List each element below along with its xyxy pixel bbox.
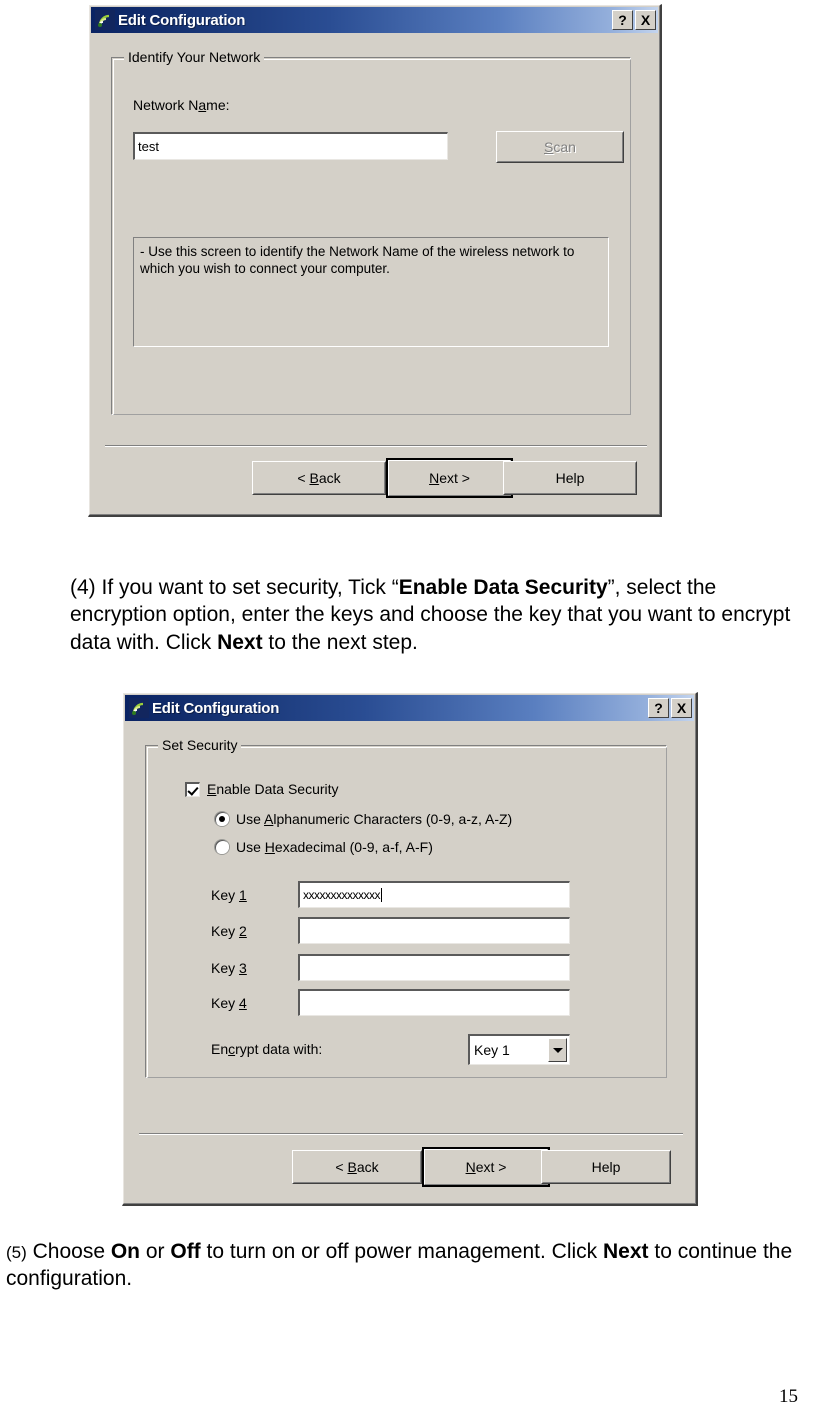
wireless-signal-icon — [129, 698, 149, 718]
para4-bold-next: Next — [217, 630, 263, 654]
identify-network-legend: Identify Your Network — [124, 49, 265, 65]
radio-alphanumeric-label: Use Alphanumeric Characters (0-9, a-z, A… — [236, 811, 513, 827]
network-name-label: Network Name: — [133, 97, 230, 113]
checkbox-box-icon — [185, 781, 200, 797]
scan-button-label: Scan — [544, 139, 576, 155]
network-info-box: - Use this screen to identify the Networ… — [133, 237, 609, 347]
help-button-2-label: Help — [591, 1159, 621, 1175]
key-4-input[interactable] — [298, 989, 570, 1016]
help-button-2[interactable]: Help — [541, 1150, 671, 1184]
text-caret — [381, 888, 382, 902]
help-button-1[interactable]: Help — [503, 461, 637, 495]
key-2-label: Key 2 — [211, 923, 247, 939]
para5-t1: Choose — [26, 1240, 111, 1263]
key-1-label: Key 1 — [211, 887, 247, 903]
edit-configuration-dialog-1[interactable]: Edit Configuration ? X Identify Your Net… — [88, 4, 662, 517]
key-3-input[interactable] — [298, 954, 570, 981]
key-1-input[interactable]: xxxxxxxxxxxxxx — [298, 881, 570, 908]
dialog-1-titlebar[interactable]: Edit Configuration ? X — [91, 7, 658, 33]
dialog-1-separator — [105, 445, 647, 447]
para5-t3: to turn on or off power management. Clic… — [200, 1240, 603, 1263]
radio-hexadecimal-label: Use Hexadecimal (0-9, a-f, A-F) — [236, 839, 433, 855]
next-button-1-label: Next > — [429, 470, 470, 486]
key-2-input[interactable] — [298, 917, 570, 944]
dialog-2-title: Edit Configuration — [152, 699, 280, 717]
dialog-1-title-buttons: ? X — [612, 10, 656, 30]
key-4-label: Key 4 — [211, 995, 247, 1011]
encrypt-data-with-select[interactable]: Key 1 — [468, 1034, 570, 1065]
network-info-text: - Use this screen to identify the Networ… — [140, 244, 575, 276]
encrypt-data-with-value: Key 1 — [474, 1042, 510, 1058]
next-button-2-label: Next > — [465, 1159, 507, 1175]
para5-bold-on: On — [110, 1240, 141, 1263]
back-button-2-label: < Back — [335, 1159, 379, 1175]
page-number: 15 — [779, 1386, 798, 1407]
key-1-value: xxxxxxxxxxxxxx — [303, 888, 381, 902]
close-icon[interactable]: X — [671, 698, 692, 718]
back-button-1[interactable]: < Back — [252, 461, 386, 495]
network-name-input[interactable]: test — [133, 132, 448, 160]
radio-button-icon — [215, 812, 229, 826]
help-button-1-label: Help — [555, 470, 585, 486]
para5-bold-off: Off — [170, 1240, 201, 1263]
help-title-button[interactable]: ? — [648, 698, 669, 718]
radio-use-alphanumeric[interactable]: Use Alphanumeric Characters (0-9, a-z, A… — [215, 811, 512, 827]
dialog-2-titlebar[interactable]: Edit Configuration ? X — [125, 695, 694, 721]
key-3-label: Key 3 — [211, 960, 247, 976]
paragraph-step-4: (4) If you want to set security, Tick “E… — [70, 574, 815, 656]
help-title-button[interactable]: ? — [612, 10, 633, 30]
enable-data-security-label: Enable Data Security — [207, 781, 339, 797]
encrypt-data-with-label: Encrypt data with: — [211, 1041, 323, 1057]
set-security-legend: Set Security — [158, 737, 242, 753]
dialog-2-title-buttons: ? X — [648, 698, 692, 718]
para4-prefix: (4) If you want to set security, Tick “ — [70, 576, 399, 599]
back-button-2[interactable]: < Back — [292, 1150, 422, 1184]
dialog-1-title: Edit Configuration — [118, 11, 246, 29]
edit-configuration-dialog-2[interactable]: Edit Configuration ? X Set Security Enab… — [122, 692, 698, 1206]
network-name-value: test — [138, 139, 159, 154]
wireless-signal-icon — [95, 10, 115, 30]
dialog-2-separator — [139, 1133, 683, 1135]
next-button-2[interactable]: Next > — [422, 1147, 550, 1187]
para4-suffix: to the next step. — [262, 630, 418, 654]
paragraph-step-5: (5) Choose On or Off to turn on or off p… — [6, 1238, 806, 1293]
scan-button[interactable]: Scan — [496, 131, 624, 163]
radio-use-hexadecimal[interactable]: Use Hexadecimal (0-9, a-f, A-F) — [215, 839, 433, 855]
back-button-1-label: < Back — [297, 470, 341, 486]
para5-t2: or — [140, 1240, 171, 1263]
radio-button-icon — [215, 840, 229, 854]
para4-bold-enable-data-security: Enable Data Security — [398, 576, 608, 599]
next-button-1[interactable]: Next > — [386, 458, 513, 498]
close-icon[interactable]: X — [635, 10, 656, 30]
chevron-down-icon[interactable] — [548, 1038, 567, 1062]
enable-data-security-checkbox[interactable]: Enable Data Security — [185, 781, 339, 797]
para5-number: (5) — [6, 1243, 27, 1262]
para5-bold-next: Next — [603, 1240, 649, 1263]
